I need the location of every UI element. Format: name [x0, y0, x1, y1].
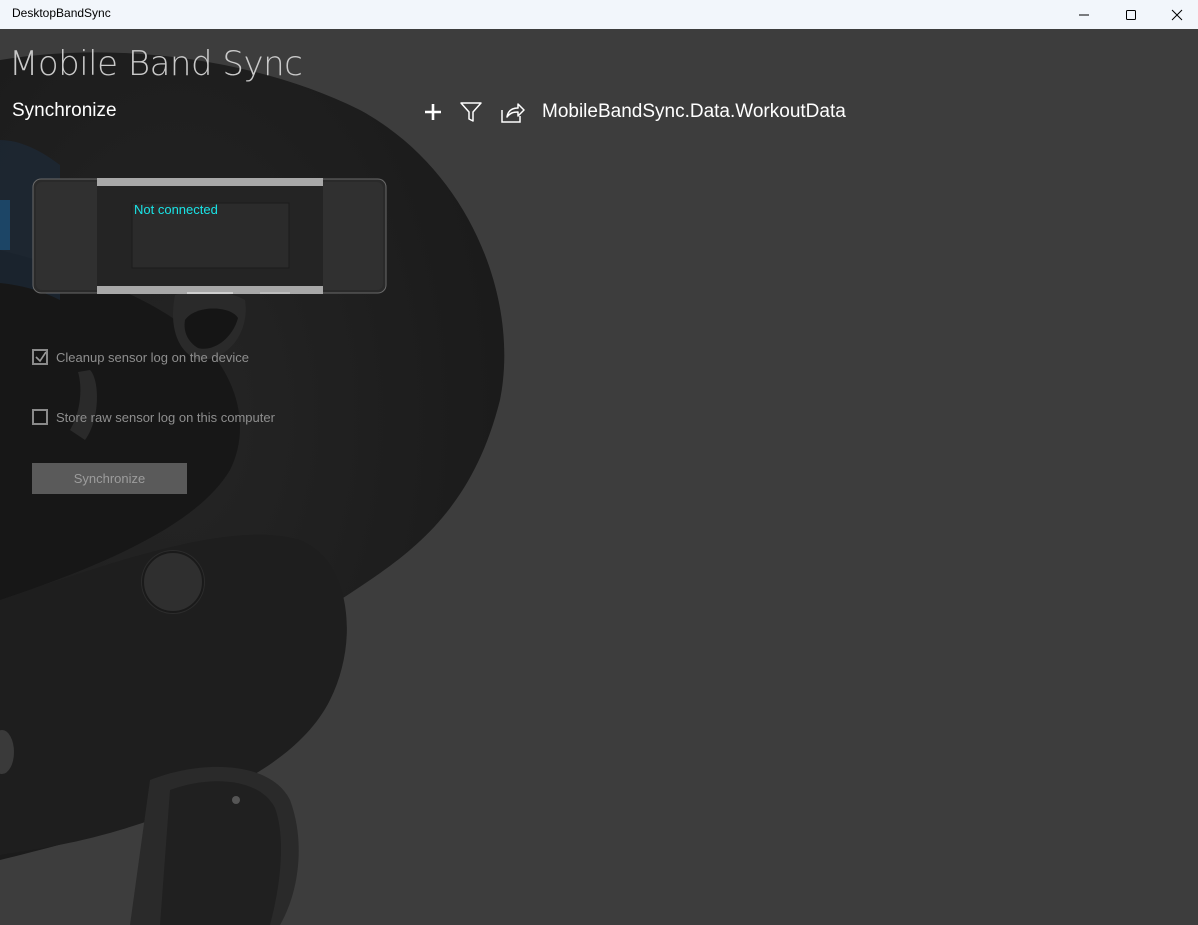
share-button[interactable]: [498, 98, 526, 126]
cleanup-checkbox-label: Cleanup sensor log on the device: [56, 349, 249, 365]
filter-button[interactable]: [457, 98, 485, 126]
cleanup-option[interactable]: Cleanup sensor log on the device: [32, 349, 249, 365]
cleanup-checkbox[interactable]: [32, 349, 48, 365]
band-device-image: [32, 178, 387, 294]
checkmark-icon: [35, 351, 46, 363]
app-title: Mobile Band Sync: [9, 44, 303, 84]
store-raw-checkbox-label: Store raw sensor log on this computer: [56, 409, 275, 425]
filter-icon: [460, 102, 482, 122]
maximize-button[interactable]: [1108, 0, 1154, 29]
data-panel-title: MobileBandSync.Data.WorkoutData: [542, 101, 846, 122]
maximize-icon: [1126, 9, 1136, 20]
close-button[interactable]: [1154, 0, 1198, 29]
store-raw-option[interactable]: Store raw sensor log on this computer: [32, 409, 275, 425]
minimize-icon: [1079, 14, 1089, 15]
window-title: DesktopBandSync: [12, 6, 111, 20]
add-icon: [425, 104, 441, 120]
synchronize-button[interactable]: Synchronize: [32, 463, 187, 494]
add-button[interactable]: [419, 98, 447, 126]
device-status-label: Not connected: [134, 202, 218, 217]
window-titlebar: DesktopBandSync: [0, 0, 1198, 29]
minimize-button[interactable]: [1061, 0, 1107, 29]
sync-section-title: Synchronize: [12, 100, 117, 121]
close-icon: [1171, 9, 1183, 20]
store-raw-checkbox[interactable]: [32, 409, 48, 425]
share-icon: [501, 103, 525, 123]
